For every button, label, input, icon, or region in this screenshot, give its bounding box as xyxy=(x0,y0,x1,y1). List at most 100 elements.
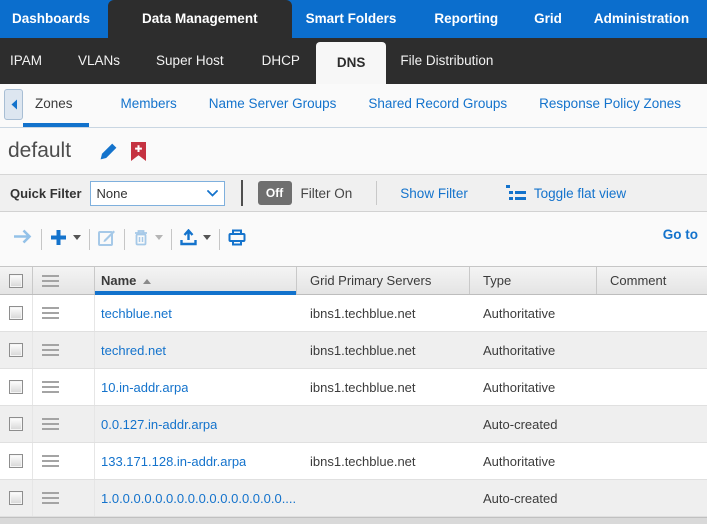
filter-on-label: Filter On xyxy=(301,186,353,201)
go-to-link[interactable]: Go to xyxy=(663,227,698,242)
main-nav: Dashboards Data Management Smart Folders… xyxy=(0,0,707,38)
row-menu-icon[interactable] xyxy=(42,418,59,430)
nav-item-grid[interactable]: Grid xyxy=(532,0,564,38)
type-cell: Authoritative xyxy=(470,295,597,331)
divider xyxy=(124,229,125,250)
subnav-item-file-distribution[interactable]: File Distribution xyxy=(398,38,495,84)
export-menu-caret[interactable] xyxy=(203,235,211,240)
column-header-type[interactable]: Type xyxy=(470,267,597,294)
type-cell: Authoritative xyxy=(470,332,597,368)
divider xyxy=(241,180,243,206)
sort-asc-icon xyxy=(143,279,151,284)
column-header-name[interactable]: Name xyxy=(95,267,297,294)
row-menu-icon[interactable] xyxy=(42,455,59,467)
comment-cell xyxy=(597,480,707,516)
page-title: default xyxy=(8,139,71,163)
row-checkbox[interactable] xyxy=(9,417,23,431)
page-header: default xyxy=(0,128,707,174)
select-all-cell xyxy=(0,267,33,294)
row-checkbox[interactable] xyxy=(9,306,23,320)
quick-filter-label: Quick Filter xyxy=(10,186,82,201)
upload-icon xyxy=(180,229,197,246)
edit-view-button[interactable] xyxy=(99,142,118,161)
export-button[interactable] xyxy=(180,229,197,246)
divider xyxy=(376,181,377,205)
row-menu-icon[interactable] xyxy=(42,381,59,393)
table-toolbar: Go to xyxy=(0,212,707,266)
row-checkbox[interactable] xyxy=(9,491,23,505)
row-menu-icon[interactable] xyxy=(42,492,59,504)
row-checkbox[interactable] xyxy=(9,380,23,394)
subnav-item-ipam[interactable]: IPAM xyxy=(8,38,44,84)
chevron-down-icon xyxy=(207,190,218,197)
tab-members[interactable]: Members xyxy=(121,84,177,127)
column-header-name-label: Name xyxy=(101,273,136,288)
quick-filter-selected-value: None xyxy=(97,186,128,201)
subnav-item-vlans[interactable]: VLANs xyxy=(76,38,122,84)
zone-link[interactable]: techblue.net xyxy=(101,306,172,321)
bookmark-add-icon xyxy=(131,142,146,161)
tab-response-policy-zones[interactable]: Response Policy Zones xyxy=(539,84,681,127)
table-header: Name Grid Primary Servers Type Comment xyxy=(0,266,707,295)
filter-on-toggle[interactable]: Off xyxy=(258,181,292,205)
print-button[interactable] xyxy=(228,229,246,246)
type-cell: Auto-created xyxy=(470,480,597,516)
nav-item-reporting[interactable]: Reporting xyxy=(432,0,500,38)
subnav-item-super-host[interactable]: Super Host xyxy=(154,38,226,84)
nav-item-smart-folders[interactable]: Smart Folders xyxy=(304,0,399,38)
collapse-panel-button[interactable] xyxy=(4,89,23,120)
zone-link[interactable]: 10.in-addr.arpa xyxy=(101,380,188,395)
open-record-button[interactable] xyxy=(13,229,33,244)
comment-cell xyxy=(597,406,707,442)
trash-icon xyxy=(133,229,149,246)
tab-zones[interactable]: Zones xyxy=(23,84,89,127)
zone-link[interactable]: 1.0.0.0.0.0.0.0.0.0.0.0.0.0.0.0.0.... xyxy=(101,491,296,506)
grid-primary-cell: ibns1.techblue.net xyxy=(297,295,470,331)
subnav-item-dns[interactable]: DNS xyxy=(316,42,387,84)
show-filter-link[interactable]: Show Filter xyxy=(400,186,468,201)
printer-icon xyxy=(228,229,246,246)
grid-primary-cell: ibns1.techblue.net xyxy=(297,369,470,405)
column-config-icon[interactable] xyxy=(42,275,59,287)
type-cell: Authoritative xyxy=(470,369,597,405)
type-cell: Auto-created xyxy=(470,406,597,442)
table-row: 0.0.127.in-addr.arpa Auto-created xyxy=(0,406,707,443)
zone-link[interactable]: 0.0.127.in-addr.arpa xyxy=(101,417,217,432)
delete-button[interactable] xyxy=(133,229,149,246)
divider xyxy=(171,229,172,250)
subnav-item-dhcp[interactable]: DHCP xyxy=(260,38,302,84)
zone-link[interactable]: techred.net xyxy=(101,343,166,358)
delete-menu-caret[interactable] xyxy=(155,235,163,240)
row-checkbox[interactable] xyxy=(9,454,23,468)
table-row: 1.0.0.0.0.0.0.0.0.0.0.0.0.0.0.0.0.... Au… xyxy=(0,480,707,517)
grid-primary-cell xyxy=(297,406,470,442)
nav-item-data-management[interactable]: Data Management xyxy=(108,0,292,38)
nav-item-dashboards[interactable]: Dashboards xyxy=(10,0,92,38)
add-bookmark-button[interactable] xyxy=(131,142,146,161)
horizontal-scrollbar[interactable] xyxy=(0,517,707,524)
row-menu-icon[interactable] xyxy=(42,344,59,356)
table-row: techred.net ibns1.techblue.net Authorita… xyxy=(0,332,707,369)
toggle-flat-view-link[interactable]: Toggle flat view xyxy=(534,186,626,201)
grid-primary-cell: ibns1.techblue.net xyxy=(297,443,470,479)
zone-link[interactable]: 133.171.128.in-addr.arpa xyxy=(101,454,246,469)
flat-view-icon[interactable] xyxy=(506,185,526,202)
table-body: techblue.net ibns1.techblue.net Authorit… xyxy=(0,295,707,517)
select-all-checkbox[interactable] xyxy=(9,274,23,288)
edit-button[interactable] xyxy=(98,229,116,246)
tab-name-server-groups[interactable]: Name Server Groups xyxy=(209,84,337,127)
grid-primary-cell: ibns1.techblue.net xyxy=(297,332,470,368)
column-header-grid-primary-servers[interactable]: Grid Primary Servers xyxy=(297,267,470,294)
quick-filter-select[interactable]: None xyxy=(90,181,225,206)
add-menu-caret[interactable] xyxy=(73,235,81,240)
column-header-comment[interactable]: Comment xyxy=(597,267,707,294)
add-button[interactable] xyxy=(50,229,67,246)
row-checkbox[interactable] xyxy=(9,343,23,357)
arrow-right-icon xyxy=(13,229,33,244)
comment-cell xyxy=(597,332,707,368)
nav-item-administration[interactable]: Administration xyxy=(592,0,691,38)
table-row: 10.in-addr.arpa ibns1.techblue.net Autho… xyxy=(0,369,707,406)
tab-shared-record-groups[interactable]: Shared Record Groups xyxy=(368,84,507,127)
divider xyxy=(89,229,90,250)
row-menu-icon[interactable] xyxy=(42,307,59,319)
